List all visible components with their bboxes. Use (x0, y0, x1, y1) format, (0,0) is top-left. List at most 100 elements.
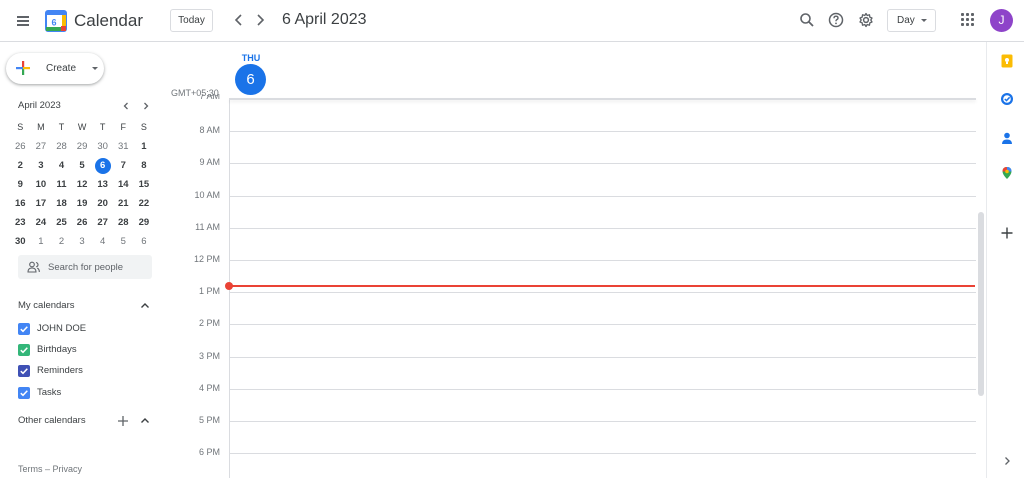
mini-day[interactable]: 8 (134, 156, 155, 175)
add-calendar-icon[interactable] (117, 414, 129, 426)
mini-next-month-icon[interactable] (140, 99, 152, 111)
settings-icon[interactable] (857, 11, 875, 29)
check-icon (20, 390, 28, 397)
mini-day[interactable]: 30 (10, 232, 31, 251)
menu-icon[interactable] (14, 11, 34, 31)
mini-day-number: 15 (138, 179, 150, 190)
mini-day[interactable]: 18 (51, 194, 72, 213)
hour-label: 4 PM (198, 382, 220, 393)
hour-label: 9 AM (199, 157, 220, 168)
keep-icon[interactable] (1000, 54, 1014, 68)
current-time-dot (225, 282, 233, 290)
mini-day[interactable]: 29 (72, 137, 93, 156)
mini-calendar-month: April 2023 (18, 100, 61, 111)
search-icon[interactable] (798, 11, 816, 29)
other-calendars-title[interactable]: Other calendars (18, 415, 86, 426)
mini-day[interactable]: 13 (92, 175, 113, 194)
mini-day[interactable]: 26 (72, 213, 93, 232)
day-grid[interactable] (229, 98, 976, 478)
mini-day[interactable]: 28 (51, 137, 72, 156)
hour-gridline (230, 388, 976, 390)
mini-day[interactable]: 22 (134, 194, 155, 213)
terms-link[interactable]: Terms (18, 464, 43, 474)
current-date-title: 6 April 2023 (282, 11, 367, 28)
mini-day[interactable]: 29 (134, 213, 155, 232)
mini-day-number: 10 (35, 179, 47, 190)
mini-prev-month-icon[interactable] (120, 99, 132, 111)
create-button[interactable]: Create (6, 53, 104, 84)
mini-day[interactable]: 7 (113, 156, 134, 175)
mini-day[interactable]: 25 (51, 213, 72, 232)
mini-day[interactable]: 1 (134, 137, 155, 156)
day-number-badge[interactable]: 6 (235, 64, 266, 95)
view-selector[interactable]: Day (887, 9, 936, 32)
mini-day-number: 28 (56, 141, 67, 152)
mini-day[interactable]: 3 (31, 156, 52, 175)
mini-day[interactable]: 14 (113, 175, 134, 194)
mini-day[interactable]: 2 (10, 156, 31, 175)
mini-day[interactable]: 20 (92, 194, 113, 213)
mini-day[interactable]: 2 (51, 232, 72, 251)
mini-day[interactable]: 19 (72, 194, 93, 213)
mini-day[interactable]: 4 (51, 156, 72, 175)
mini-day[interactable]: 5 (72, 156, 93, 175)
avatar[interactable]: J (990, 9, 1013, 32)
mini-day[interactable]: 31 (113, 137, 134, 156)
mini-day-selected[interactable]: 6 (92, 156, 113, 175)
chevron-left-icon[interactable] (230, 11, 248, 29)
hour-gridline (230, 453, 976, 455)
chevron-right-icon[interactable] (1000, 454, 1014, 468)
mini-day[interactable]: 24 (31, 213, 52, 232)
today-button[interactable]: Today (170, 9, 213, 32)
calendar-checkbox[interactable] (18, 365, 30, 377)
calendar-checkbox[interactable] (18, 387, 30, 399)
weekday-header: M (37, 122, 45, 132)
add-addon-icon[interactable] (1000, 226, 1014, 240)
apps-icon[interactable] (961, 13, 975, 27)
contacts-icon[interactable] (1000, 131, 1014, 145)
chevron-up-icon[interactable] (139, 414, 151, 426)
privacy-link[interactable]: Privacy (53, 464, 83, 474)
calendar-checkbox[interactable] (18, 344, 30, 356)
mini-day[interactable]: 16 (10, 194, 31, 213)
hour-label: 3 PM (198, 350, 220, 361)
mini-day-number: 27 (97, 217, 108, 228)
mini-day[interactable]: 15 (134, 175, 155, 194)
tasks-icon[interactable] (1000, 92, 1014, 106)
hour-gridline (230, 131, 976, 133)
chevron-up-icon[interactable] (139, 299, 151, 311)
mini-day-number: 31 (117, 141, 129, 152)
mini-day[interactable]: 11 (51, 175, 72, 194)
calendar-checkbox[interactable] (18, 323, 30, 335)
mini-day[interactable]: 9 (10, 175, 31, 194)
hour-gridline (230, 163, 976, 165)
vertical-scrollbar[interactable] (978, 212, 984, 396)
mini-day[interactable]: 28 (113, 213, 134, 232)
mini-day[interactable]: 23 (10, 213, 31, 232)
mini-day-number: 27 (35, 141, 47, 152)
hour-gridline (230, 356, 976, 358)
mini-day[interactable]: 6 (134, 232, 155, 251)
mini-day[interactable]: 21 (113, 194, 134, 213)
mini-day[interactable]: 17 (31, 194, 52, 213)
mini-day-number: 30 (15, 236, 26, 247)
help-icon[interactable] (827, 11, 845, 29)
mini-day[interactable]: 12 (72, 175, 93, 194)
hour-gridline (230, 260, 976, 261)
mini-day[interactable]: 27 (31, 137, 52, 156)
mini-day[interactable]: 10 (31, 175, 52, 194)
maps-icon[interactable] (1000, 166, 1014, 180)
mini-day[interactable]: 4 (92, 232, 113, 251)
calendar-logo-icon[interactable]: 6 (45, 10, 67, 32)
my-calendars-title[interactable]: My calendars (18, 300, 75, 311)
chevron-right-icon[interactable] (251, 11, 269, 29)
mini-day[interactable]: 26 (10, 137, 31, 156)
mini-day[interactable]: 1 (31, 232, 52, 251)
mini-day[interactable]: 30 (92, 137, 113, 156)
search-people-placeholder: Search for people (48, 262, 123, 273)
mini-day[interactable]: 3 (72, 232, 93, 251)
mini-day-number: 3 (79, 236, 85, 247)
search-people-input[interactable]: Search for people (18, 255, 152, 279)
mini-day[interactable]: 27 (92, 213, 113, 232)
mini-day[interactable]: 5 (113, 232, 134, 251)
